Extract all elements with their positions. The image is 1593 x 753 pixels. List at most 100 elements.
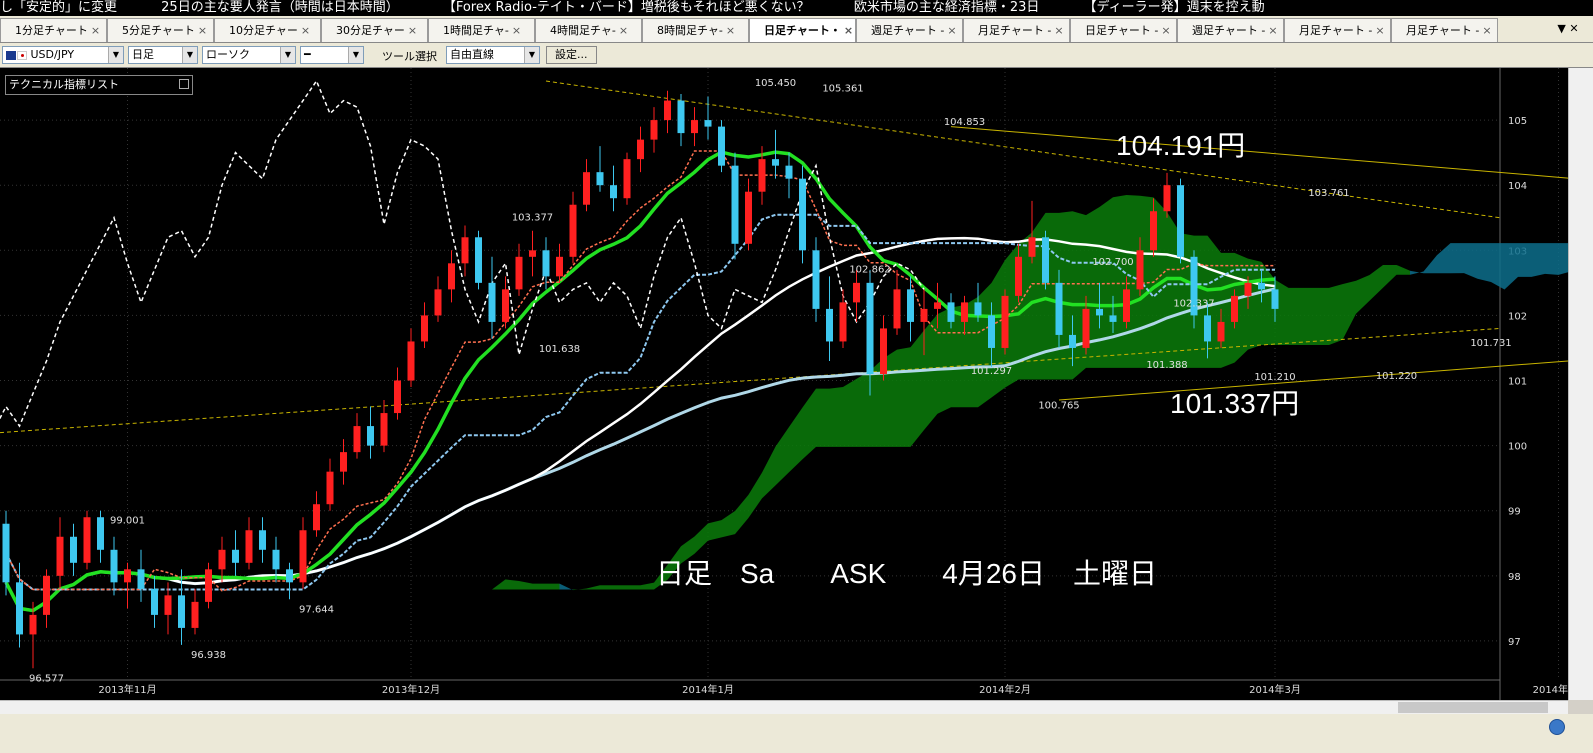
price-label: 97.644	[299, 604, 334, 615]
drawing-tool-select[interactable]: 自由直線 ▼	[446, 46, 540, 64]
vertical-scrollbar[interactable]	[1568, 68, 1593, 700]
close-icon[interactable]: ×	[619, 24, 628, 37]
close-icon[interactable]: ×	[1161, 24, 1170, 37]
close-icon[interactable]: ×	[1482, 24, 1491, 37]
ichimoku-cloud-segment	[586, 585, 600, 590]
news-ticker[interactable]: し「安定的」に変更 25日の主な要人発言（時間は日本時間） 【Forex Rad…	[0, 0, 1593, 16]
candle-body	[502, 289, 509, 322]
candle-body	[1109, 315, 1117, 322]
horizontal-scrollbar[interactable]	[0, 700, 1568, 714]
candle-body	[1231, 295, 1238, 322]
candle-body	[691, 120, 698, 134]
price-label: 103.377	[512, 213, 553, 224]
y-tick-label: 99	[1508, 507, 1521, 518]
close-icon[interactable]: ×	[726, 24, 735, 37]
tab-menu-button[interactable]: ▼ ✕	[1543, 16, 1593, 42]
tool-label: ツール選択	[382, 50, 437, 63]
candle-body	[83, 517, 91, 563]
close-icon[interactable]: ×	[947, 24, 956, 37]
close-icon[interactable]: ×	[91, 24, 100, 37]
ticker-item[interactable]: 25日の主な要人発言（時間は日本時間）	[161, 0, 399, 15]
ichimoku-cloud-segment	[721, 511, 735, 538]
candle-body	[637, 139, 644, 160]
candle-body	[16, 582, 23, 635]
close-icon[interactable]: ×	[844, 24, 853, 37]
chart-tab[interactable]: 30分足チャー ×	[321, 18, 428, 42]
candle-body	[920, 308, 928, 322]
candle-body	[205, 569, 212, 602]
minimize-icon[interactable]	[179, 79, 189, 89]
chart-tab[interactable]: 月足チャート - ×	[1284, 18, 1391, 42]
price-label: 103.761	[1308, 188, 1349, 199]
candle-body	[542, 250, 550, 277]
chart-tab[interactable]: 日足チャート - ×	[1070, 18, 1177, 42]
close-icon[interactable]: ×	[1375, 24, 1384, 37]
chart-tab[interactable]: 月足チャート - ×	[1391, 18, 1498, 42]
ichimoku-cloud-segment	[1464, 243, 1478, 279]
chart-tab[interactable]: 週足チャート - ×	[1177, 18, 1284, 42]
ichimoku-cloud-segment	[640, 582, 654, 590]
chart-tab-bar: 1分足チャート × 5分足チャート × 10分足チャー × 30分足チャー × 1時間足チャ- ×…	[0, 16, 1593, 43]
chart-tab[interactable]: 5分足チャート ×	[107, 18, 214, 42]
ticker-item[interactable]: 欧米市場の主な経済指標・23日	[854, 0, 1040, 15]
candlestick-chart-svg[interactable]: 1051041031021011009998972013年11月2013年12月…	[0, 68, 1568, 700]
chart-tab[interactable]: 8時間足チャ- ×	[642, 18, 749, 42]
y-tick-label: 105	[1508, 116, 1527, 127]
ichimoku-cloud-segment	[519, 581, 533, 590]
ticker-item[interactable]: 【ディーラー発】週末を控え動	[1084, 0, 1265, 15]
ticker-item[interactable]: 【Forex Radio-テイト・バード】増税後もそれほど悪くない？	[443, 0, 810, 15]
close-icon[interactable]: ×	[198, 24, 207, 37]
candle-body	[29, 614, 37, 635]
candle-body	[974, 302, 982, 316]
chart-tab[interactable]: 日足チャート・ ×	[749, 18, 856, 42]
ichimoku-cloud-segment	[1558, 243, 1568, 275]
ichimoku-cloud-segment	[1410, 270, 1424, 275]
chart-tab[interactable]: 1分足チャート ×	[0, 18, 107, 42]
chart-type-select[interactable]: ローソク ▼	[202, 46, 296, 64]
candle-body	[1028, 237, 1036, 257]
x-tick-label: 2014年3月	[1249, 683, 1301, 696]
candle-body	[313, 504, 320, 531]
chart-tab[interactable]: 1時間足チャ- ×	[428, 18, 535, 42]
candle-body	[448, 263, 455, 290]
candle-body	[1001, 295, 1009, 348]
candle-body	[70, 536, 77, 563]
close-icon[interactable]: ×	[301, 24, 310, 37]
close-icon[interactable]: ×	[1054, 24, 1063, 37]
price-label: 99.001	[110, 516, 145, 527]
ticker-item[interactable]: し「安定的」に変更	[0, 0, 117, 15]
close-icon[interactable]: ×	[512, 24, 521, 37]
y-tick-label: 104	[1508, 181, 1527, 192]
ichimoku-cloud-segment	[532, 583, 546, 590]
candle-body	[286, 569, 293, 583]
chart-tab[interactable]: 週足チャート - ×	[856, 18, 963, 42]
candle-body	[299, 530, 307, 583]
close-icon[interactable]: ×	[1268, 24, 1277, 37]
period-select[interactable]: 日足 ▼	[128, 46, 198, 64]
x-tick-label: 2013年11月	[98, 683, 156, 696]
chart-tab[interactable]: 月足チャート - ×	[963, 18, 1070, 42]
candle-body	[1150, 211, 1157, 251]
chart-tab[interactable]: 10分足チャー ×	[214, 18, 321, 42]
candle-body	[758, 159, 766, 192]
candle-body	[704, 120, 712, 127]
candle-body	[1042, 237, 1049, 283]
indicator-list-title: テクニカル指標リスト	[9, 78, 119, 91]
chart-tab[interactable]: 4時間足チャ- ×	[535, 18, 642, 42]
jp-flag-icon	[17, 50, 27, 60]
candle-body	[947, 302, 955, 322]
candle-body	[664, 100, 671, 121]
chevron-down-icon: ▼	[182, 47, 197, 63]
scrollbar-thumb[interactable]	[1398, 702, 1548, 713]
ichimoku-cloud-segment	[789, 407, 803, 473]
line-style-select[interactable]: ━ ▼	[300, 46, 364, 64]
candle-body	[556, 256, 563, 277]
currency-pair-select[interactable]: USD/JPY ▼	[2, 46, 124, 64]
indicator-list-panel[interactable]: テクニカル指標リスト	[5, 75, 193, 95]
price-chart[interactable]: 1051041031021011009998972013年11月2013年12月…	[0, 68, 1568, 700]
ichimoku-cloud-segment	[1302, 287, 1316, 346]
close-icon[interactable]: ×	[408, 24, 417, 37]
settings-button[interactable]: 設定...	[546, 46, 597, 64]
ichimoku-cloud-segment	[627, 585, 641, 590]
ichimoku-cloud-segment	[559, 583, 573, 591]
